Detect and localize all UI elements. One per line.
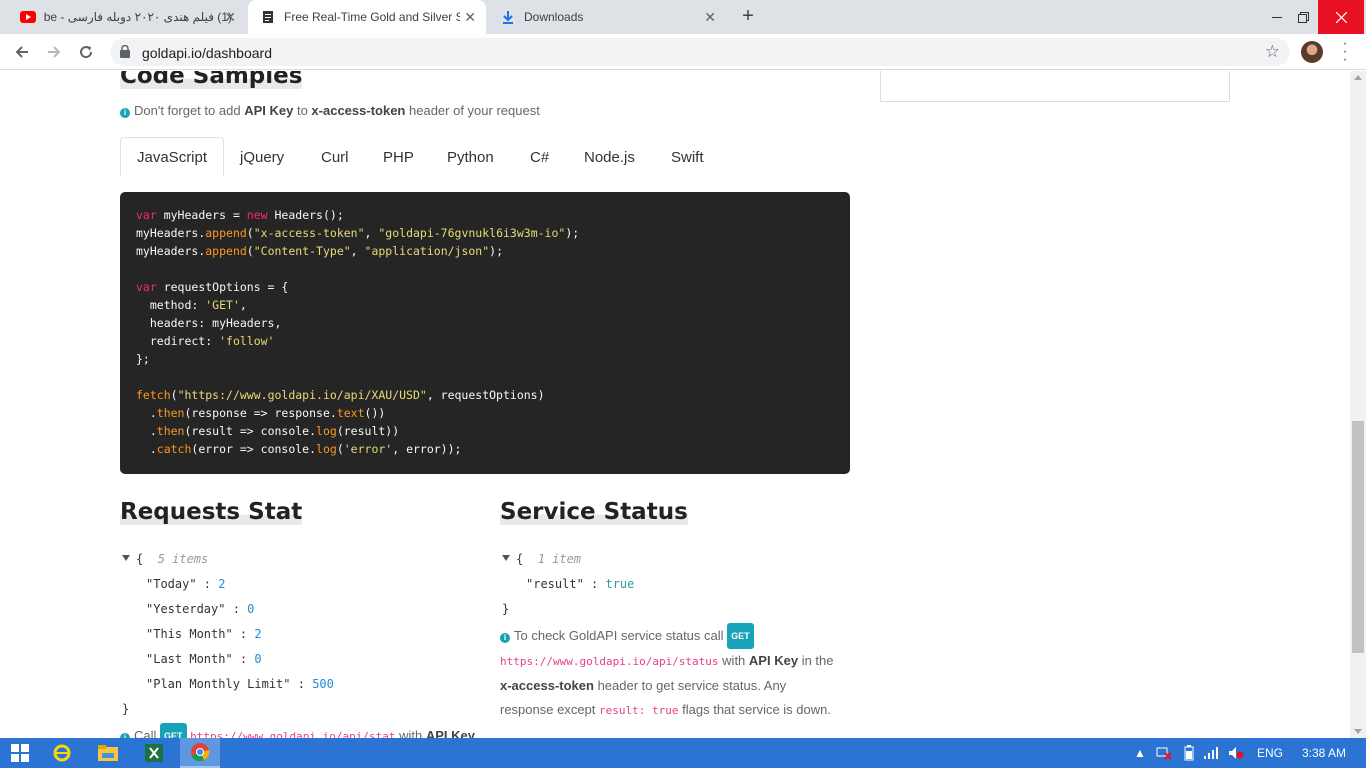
close-icon[interactable]: ✕ — [464, 9, 476, 26]
tab-php[interactable]: PHP — [367, 137, 430, 177]
json-row: "Today" : 2 — [146, 577, 226, 591]
service-status-heading: Service Status — [500, 499, 688, 525]
json-row: "Yesterday" : 0 — [146, 602, 255, 616]
document-icon — [260, 9, 276, 25]
back-button[interactable] — [10, 40, 34, 64]
tab-swift[interactable]: Swift — [655, 137, 720, 177]
get-badge: GET — [160, 723, 187, 738]
page-viewport: Code Samples i Don't forget to add API Ke… — [0, 71, 1350, 738]
service-status-json: { 1 item "result" : true } — [502, 552, 635, 616]
address-bar[interactable]: goldapi.io/dashboard ☆ — [110, 38, 1290, 66]
sidebar-card — [880, 71, 1230, 102]
collapse-toggle-icon[interactable] — [122, 555, 130, 561]
json-row: "This Month" : 2 — [146, 627, 262, 641]
forward-button[interactable] — [42, 40, 66, 64]
service-status-description: i To check GoldAPI service status call GE… — [500, 623, 840, 723]
excel-icon[interactable] — [134, 738, 174, 768]
scrollbar-thumb[interactable] — [1352, 421, 1364, 653]
lock-icon — [120, 44, 130, 63]
youtube-icon — [20, 9, 36, 25]
tab-nodejs[interactable]: Node.js — [568, 137, 651, 177]
collapse-toggle-icon[interactable] — [502, 555, 510, 561]
browser-tab-youtube[interactable]: (1) فیلم هندی ۲۰۲۰ دوبله فارسی - YouTube… — [8, 0, 246, 34]
window-close-button[interactable] — [1318, 0, 1364, 34]
json-row: "Last Month" : 0 — [146, 652, 262, 666]
code-block[interactable]: var myHeaders = new Headers(); myHeaders… — [120, 192, 850, 474]
tab-title: Free Real-Time Gold and Silver Spot Pric… — [284, 10, 460, 24]
browser-toolbar: goldapi.io/dashboard ☆ — [0, 34, 1366, 70]
tab-title: Downloads — [524, 10, 584, 24]
profile-avatar[interactable] — [1301, 41, 1323, 63]
browser-menu-button[interactable]: · · · — [1338, 36, 1352, 68]
url-text: goldapi.io/dashboard — [142, 45, 272, 61]
show-hidden-icons-icon[interactable]: ▲ — [1134, 738, 1146, 768]
reload-button[interactable] — [74, 40, 98, 64]
info-icon: i — [120, 108, 130, 118]
tab-curl[interactable]: Curl — [305, 137, 365, 177]
code-samples-note: i Don't forget to add API Key to x-access… — [120, 103, 540, 118]
windows-start-icon[interactable] — [0, 738, 40, 768]
browser-tab-bar: (1) فیلم هندی ۲۰۲۰ دوبله فارسی - YouTube… — [0, 0, 1366, 34]
bookmark-star-icon[interactable]: ☆ — [1265, 42, 1280, 62]
requests-stat-heading: Requests Stat — [120, 499, 303, 525]
download-icon — [500, 9, 516, 25]
info-icon: i — [500, 633, 510, 643]
chrome-icon[interactable] — [180, 738, 220, 768]
clock[interactable]: 3:38 AM — [1302, 738, 1346, 768]
status-url: https://www.goldapi.io/api/status — [500, 655, 719, 668]
language-indicator[interactable]: ENG — [1257, 738, 1283, 768]
tab-python[interactable]: Python — [431, 137, 510, 177]
scroll-down-icon[interactable] — [1354, 729, 1362, 734]
network-error-icon[interactable] — [1156, 738, 1172, 768]
requests-stat-note: i Call GET https://www.goldapi.io/api/sta… — [120, 723, 480, 738]
internet-explorer-icon[interactable] — [42, 738, 82, 768]
json-row: "result" : true — [526, 577, 635, 591]
scroll-up-icon[interactable] — [1354, 75, 1362, 80]
stat-url: https://www.goldapi.io/api/stat — [190, 730, 396, 738]
tab-jquery[interactable]: jQuery — [224, 137, 300, 177]
language-tabs: JavaScript jQuery Curl PHP Python C# Nod… — [120, 137, 850, 177]
tab-javascript[interactable]: JavaScript — [120, 137, 225, 177]
file-explorer-icon[interactable] — [88, 738, 128, 768]
code-samples-heading: Code Samples — [120, 71, 303, 89]
windows-taskbar: ▲ ENG 3:38 AM — [0, 738, 1366, 768]
signal-icon[interactable] — [1204, 738, 1220, 768]
tab-csharp[interactable]: C# — [514, 137, 565, 177]
battery-icon[interactable] — [1184, 738, 1194, 768]
get-badge: GET — [727, 623, 754, 649]
json-row: "Plan Monthly Limit" : 500 — [146, 677, 334, 691]
page-scrollbar[interactable] — [1350, 71, 1366, 738]
browser-tab-downloads[interactable]: Downloads ✕ — [488, 0, 726, 34]
new-tab-button[interactable]: + — [736, 5, 760, 28]
browser-tab-goldapi[interactable]: Free Real-Time Gold and Silver Spot Pric… — [248, 0, 486, 34]
volume-muted-icon[interactable] — [1228, 738, 1244, 768]
close-icon[interactable]: ✕ — [224, 9, 236, 26]
requests-stat-json: { 5 items "Today" : 2 "Yesterday" : 0 "T… — [122, 552, 334, 716]
tab-title: (1) فیلم هندی ۲۰۲۰ دوبله فارسی - YouTube — [44, 10, 232, 24]
close-icon[interactable]: ✕ — [704, 9, 716, 26]
